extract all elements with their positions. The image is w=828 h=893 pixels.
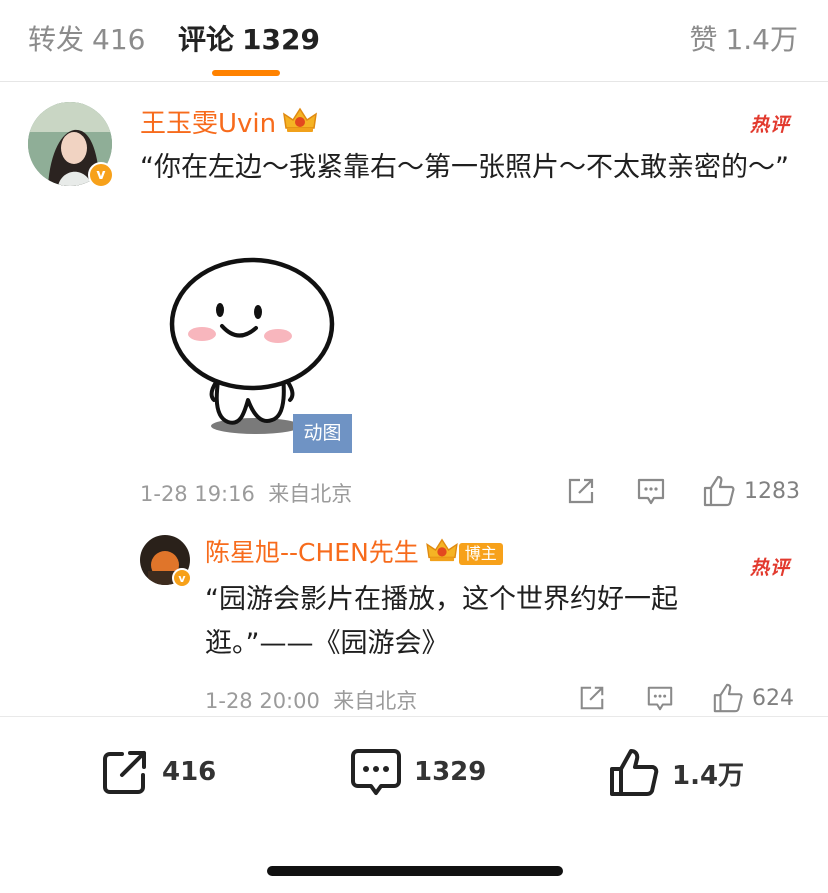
- home-indicator[interactable]: [267, 866, 563, 876]
- bottom-comment-button[interactable]: 1329: [350, 747, 486, 797]
- hot-comment-badge: 热评: [750, 114, 791, 136]
- thumbs-up-icon: [610, 749, 659, 796]
- gif-tag: 动图: [293, 414, 352, 453]
- tab-like-count: 1.4万: [725, 23, 798, 56]
- crown-icon: [282, 106, 318, 143]
- reply-button[interactable]: [636, 476, 666, 506]
- comment-username[interactable]: 陈星旭--CHEN先生 博主: [205, 536, 503, 572]
- comment-username-text: 陈星旭--CHEN先生: [205, 538, 419, 567]
- tab-like-label: 赞: [689, 23, 718, 56]
- author-badge: 博主: [458, 543, 503, 565]
- hot-comment-badge: 热评: [750, 557, 791, 579]
- tab-repost-label: 转发: [28, 23, 85, 56]
- verified-badge-icon: v: [172, 568, 192, 588]
- comment-meta: 1-28 20:00 来自北京: [205, 685, 417, 715]
- comment-icon: [351, 749, 401, 795]
- verified-badge-icon: v: [88, 162, 114, 188]
- like-count: 624: [752, 685, 794, 711]
- comment-icon: [647, 686, 673, 711]
- tab-comment[interactable]: 评论 1329: [178, 22, 320, 58]
- tab-comment-count: 1329: [242, 23, 320, 56]
- tab-comment-label: 评论: [178, 23, 235, 56]
- comment-location: 来自北京: [333, 689, 418, 713]
- repost-icon: [103, 751, 146, 794]
- share-button[interactable]: [566, 476, 596, 506]
- comment-meta: 1-28 19:16 来自北京: [140, 478, 352, 508]
- comment-location: 来自北京: [268, 482, 353, 506]
- bottom-like-count: 1.4万: [672, 760, 745, 791]
- bottom-comment-count: 1329: [414, 757, 487, 787]
- like-button[interactable]: 624: [712, 682, 794, 714]
- comment-username-text: 王玉雯Uvin: [140, 109, 277, 139]
- comment-text: “园游会影片在播放，这个世界约好一起逛。”——《园游会》: [205, 584, 678, 659]
- share-icon: [580, 686, 604, 710]
- share-button[interactable]: [578, 684, 606, 712]
- tab-bar: 转发 416 评论 1329 赞 1.4万: [0, 0, 828, 82]
- crown-icon: [425, 537, 459, 572]
- thumbs-up-icon: [703, 475, 735, 507]
- comment-username[interactable]: 王玉雯Uvin: [140, 106, 318, 143]
- thumbs-up-icon: [713, 683, 743, 713]
- bottom-repost-button[interactable]: 416: [100, 747, 216, 797]
- bottom-like-button[interactable]: 1.4万: [608, 747, 744, 799]
- share-icon: [568, 478, 594, 504]
- reply-button[interactable]: [646, 684, 674, 712]
- bottom-repost-count: 416: [162, 757, 217, 787]
- comment-time: 1-28 19:16: [140, 482, 255, 506]
- comment-text: “你在左边～我紧靠右～第一张照片～不太敢亲密的～”: [140, 152, 789, 183]
- tab-like[interactable]: 赞 1.4万: [689, 22, 798, 58]
- tab-repost[interactable]: 转发 416: [28, 22, 145, 58]
- like-button[interactable]: 1283: [702, 474, 800, 508]
- comment-icon: [637, 478, 665, 505]
- active-tab-indicator: [212, 70, 280, 76]
- comment-time: 1-28 20:00: [205, 689, 320, 713]
- like-count: 1283: [744, 478, 800, 504]
- tab-repost-count: 416: [92, 23, 146, 56]
